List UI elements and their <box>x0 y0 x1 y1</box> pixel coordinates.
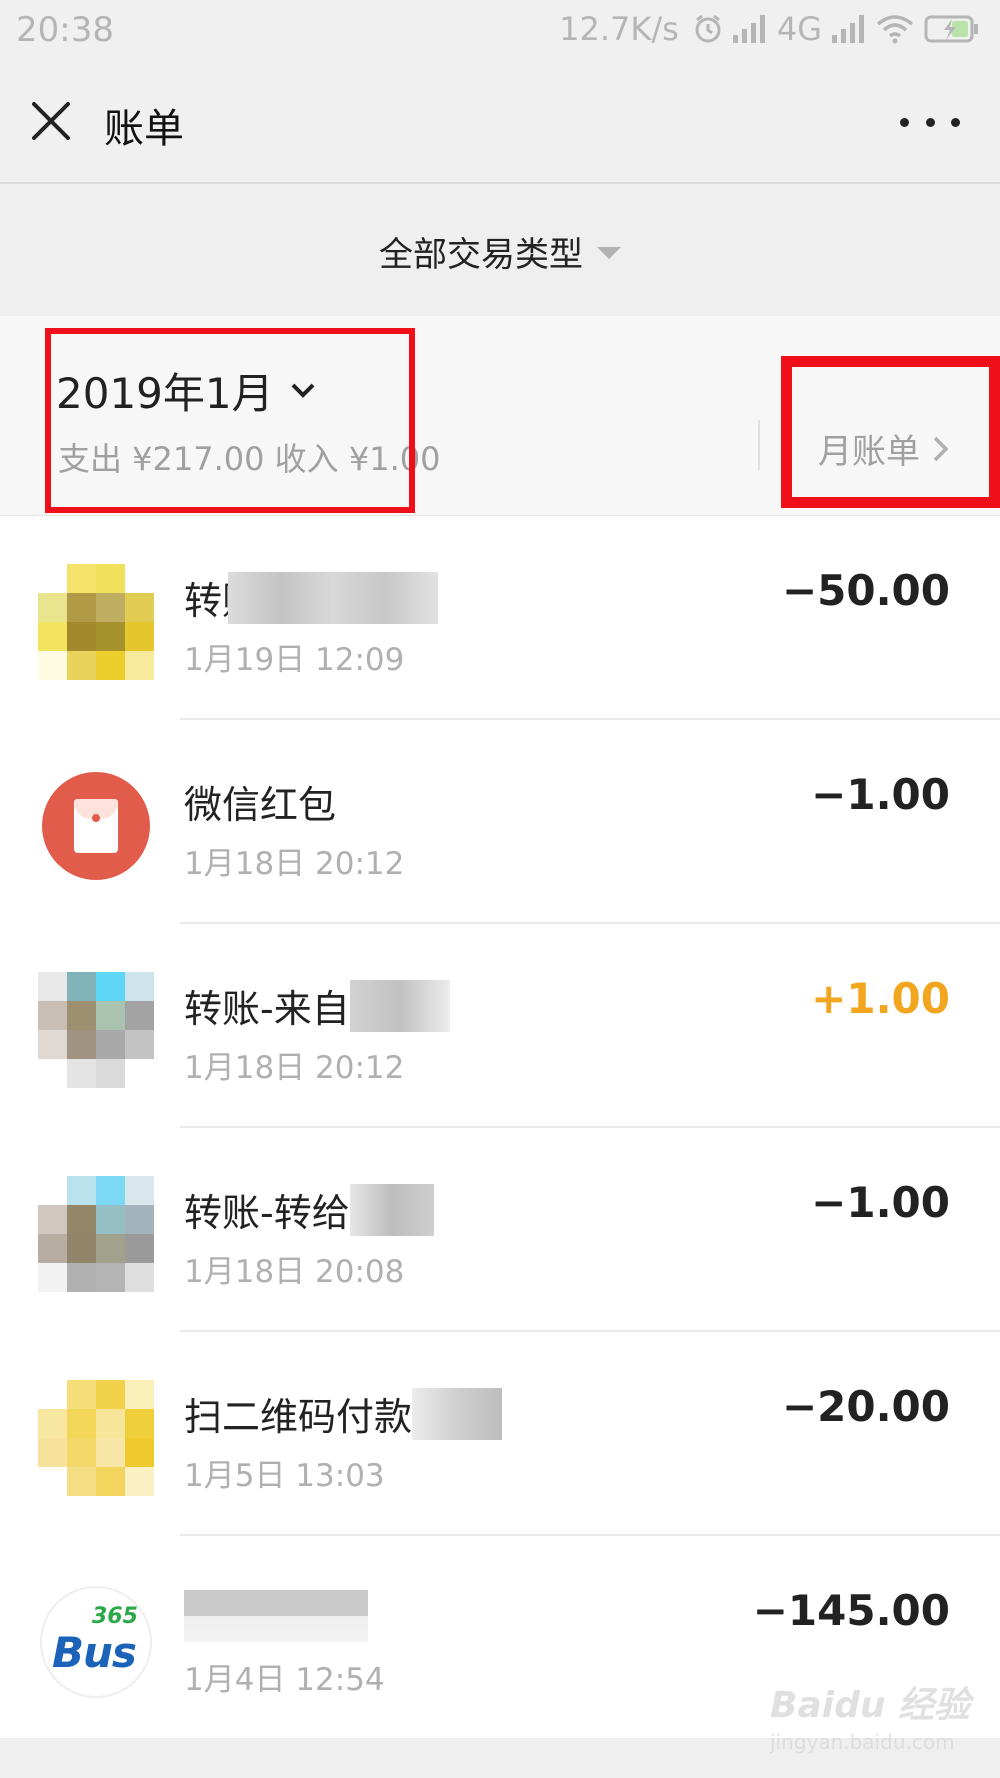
nav-bar: 账单 <box>0 62 1000 184</box>
transaction-time: 1月5日 13:03 <box>184 1458 385 1494</box>
transaction-title: 微信红包 <box>184 783 337 827</box>
blurred-name <box>412 1387 503 1440</box>
transaction-amount: −1.00 <box>811 1178 950 1227</box>
transaction-title: 转账 <box>184 570 438 625</box>
transaction-time: 1月18日 20:08 <box>184 1254 405 1290</box>
transaction-amount: −50.00 <box>781 566 950 615</box>
blurred-name <box>349 1183 434 1236</box>
transaction-time: 1月19日 12:09 <box>184 642 405 678</box>
watermark-url: jingyan.baidu.com <box>770 1730 955 1754</box>
more-dot <box>900 117 909 127</box>
divider <box>758 420 760 470</box>
more-dot <box>925 117 935 127</box>
more-dot <box>951 117 960 127</box>
close-icon[interactable] <box>28 98 74 144</box>
bus-logo-number: 365 <box>92 1604 138 1629</box>
transaction-row[interactable]: 转账 1月19日 12:09 −50.00 <box>0 516 1000 720</box>
transaction-row[interactable]: 微信红包 1月18日 20:12 −1.00 <box>0 720 1000 924</box>
network-speed: 12.7K/s <box>559 10 679 48</box>
transaction-amount: −1.00 <box>811 770 950 819</box>
red-packet-icon <box>38 768 154 884</box>
watermark: Baidu 经验 jingyan.baidu.com <box>770 1676 970 1766</box>
transaction-row[interactable]: 转账-来自 1月18日 20:12 +1.00 <box>0 924 1000 1128</box>
transaction-row[interactable]: 转账-转给 1月18日 20:08 −1.00 <box>0 1128 1000 1332</box>
status-bar: 20:38 12.7K/s 4G <box>0 0 1000 62</box>
transaction-title: 转账-来自 <box>184 978 450 1033</box>
bus-logo-word: Bus <box>52 1628 137 1677</box>
avatar <box>38 1380 154 1496</box>
avatar <box>38 1176 154 1292</box>
battery-charging-icon <box>924 15 978 43</box>
transaction-type-filter[interactable]: 全部交易类型 <box>0 186 1000 316</box>
highlight-box-month <box>45 328 415 513</box>
signal-icon <box>832 15 864 43</box>
status-icons: 12.7K/s 4G <box>559 10 980 48</box>
transaction-title-text: 转账-来自 <box>184 987 350 1031</box>
wifi-icon <box>876 15 914 44</box>
alarm-icon <box>695 14 721 43</box>
transaction-title: 扫二维码付款 <box>184 1386 503 1441</box>
status-time: 20:38 <box>16 10 114 50</box>
transaction-title: 转账-转给 <box>184 1182 434 1237</box>
blurred-name <box>184 1590 368 1642</box>
transaction-row[interactable]: 扫二维码付款 1月5日 13:03 −20.00 <box>0 1332 1000 1536</box>
page-title: 账单 <box>104 106 184 152</box>
watermark-logo: Baidu 经验 <box>770 1685 971 1726</box>
transaction-title-text: 转账 <box>184 579 228 623</box>
more-icon[interactable] <box>900 100 960 144</box>
transaction-amount: −145.00 <box>752 1586 950 1635</box>
bus365-logo: 365 Bus <box>38 1584 154 1700</box>
caret-down-icon <box>597 247 621 259</box>
transaction-title <box>184 1590 368 1642</box>
filter-label: 全部交易类型 <box>379 234 583 275</box>
transaction-amount: −20.00 <box>781 1382 950 1431</box>
transaction-title-text: 扫二维码付款 <box>184 1395 413 1439</box>
transaction-list: 转账 1月19日 12:09 −50.00 微信红包 1月18日 20:12 −… <box>0 516 1000 1740</box>
highlight-box-monthly-bill <box>781 356 1000 508</box>
transaction-amount: +1.00 <box>811 974 950 1023</box>
blurred-name <box>228 571 438 624</box>
blurred-name <box>349 979 450 1032</box>
network-type: 4G <box>776 10 822 48</box>
avatar <box>38 564 154 680</box>
transaction-title-text: 转账-转给 <box>184 1191 350 1235</box>
avatar <box>38 972 154 1088</box>
transaction-time: 1月18日 20:12 <box>184 846 405 882</box>
transaction-time: 1月18日 20:12 <box>184 1050 405 1086</box>
signal-icon <box>732 15 765 43</box>
transaction-time: 1月4日 12:54 <box>184 1662 385 1698</box>
